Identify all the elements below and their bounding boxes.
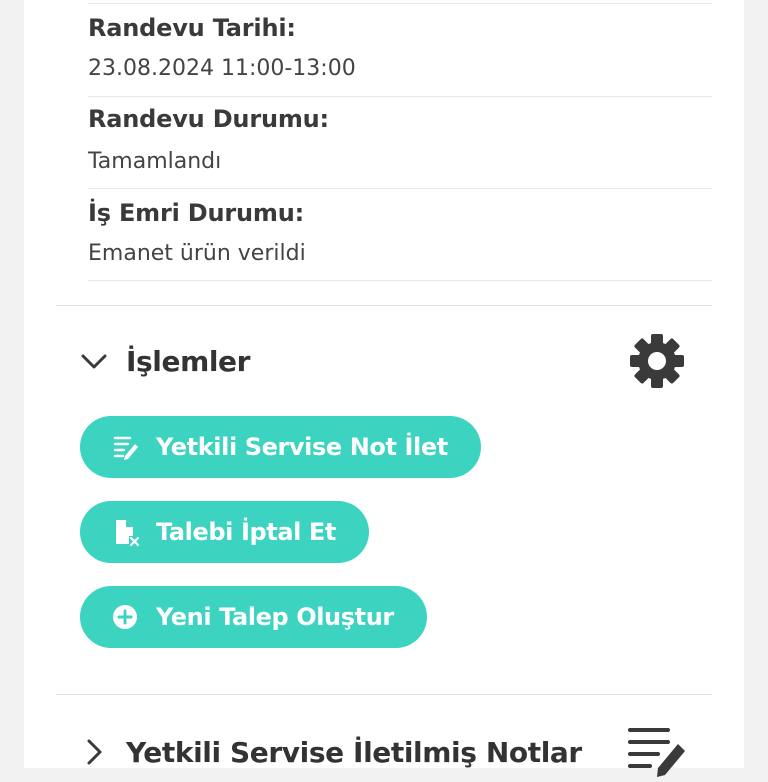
work-order-status-label: İş Emri Durumu: <box>88 199 305 227</box>
info-row-work-order-status: İş Emri Durumu: Emanet ürün verildi <box>88 189 712 281</box>
notes-edit-icon[interactable] <box>624 722 690 778</box>
plus-circle-icon <box>113 605 137 629</box>
section-divider <box>56 694 712 695</box>
operations-section-toggle[interactable]: İşlemler <box>80 331 712 391</box>
document-cancel-icon <box>116 520 140 547</box>
notes-section-toggle[interactable]: Yetkili Servise İletilmiş Notlar <box>80 722 712 782</box>
info-row-appointment-date: Randevu Tarihi: 23.08.2024 11:00-13:00 <box>88 4 712 97</box>
info-row-appointment-status: Randevu Durumu: Tamamlandı <box>88 97 712 189</box>
work-order-status-value: Emanet ürün verildi <box>88 241 306 266</box>
appointment-status-value: Tamamlandı <box>88 149 222 174</box>
section-divider <box>56 305 712 306</box>
send-note-button-label: Yetkili Servise Not İlet <box>156 433 448 461</box>
appointment-date-value: 23.08.2024 11:00-13:00 <box>88 56 356 81</box>
appointment-date-label: Randevu Tarihi: <box>88 14 296 42</box>
note-send-icon <box>113 436 138 460</box>
gear-icon[interactable] <box>628 332 686 390</box>
chevron-down-icon <box>81 354 107 369</box>
cancel-request-button-label: Talebi İptal Et <box>156 518 336 546</box>
appointment-status-label: Randevu Durumu: <box>88 105 329 133</box>
notes-section-title: Yetkili Servise İletilmiş Notlar <box>126 735 582 769</box>
chevron-right-icon <box>87 739 102 765</box>
appointment-detail-card: Randevu Tarihi: 23.08.2024 11:00-13:00 R… <box>24 0 744 777</box>
create-new-request-button[interactable]: Yeni Talep Oluştur <box>80 586 427 648</box>
cancel-request-button[interactable]: Talebi İptal Et <box>80 501 369 563</box>
send-note-to-service-button[interactable]: Yetkili Servise Not İlet <box>80 416 481 478</box>
create-new-request-button-label: Yeni Talep Oluştur <box>156 603 394 631</box>
operations-section-title: İşlemler <box>126 344 251 378</box>
